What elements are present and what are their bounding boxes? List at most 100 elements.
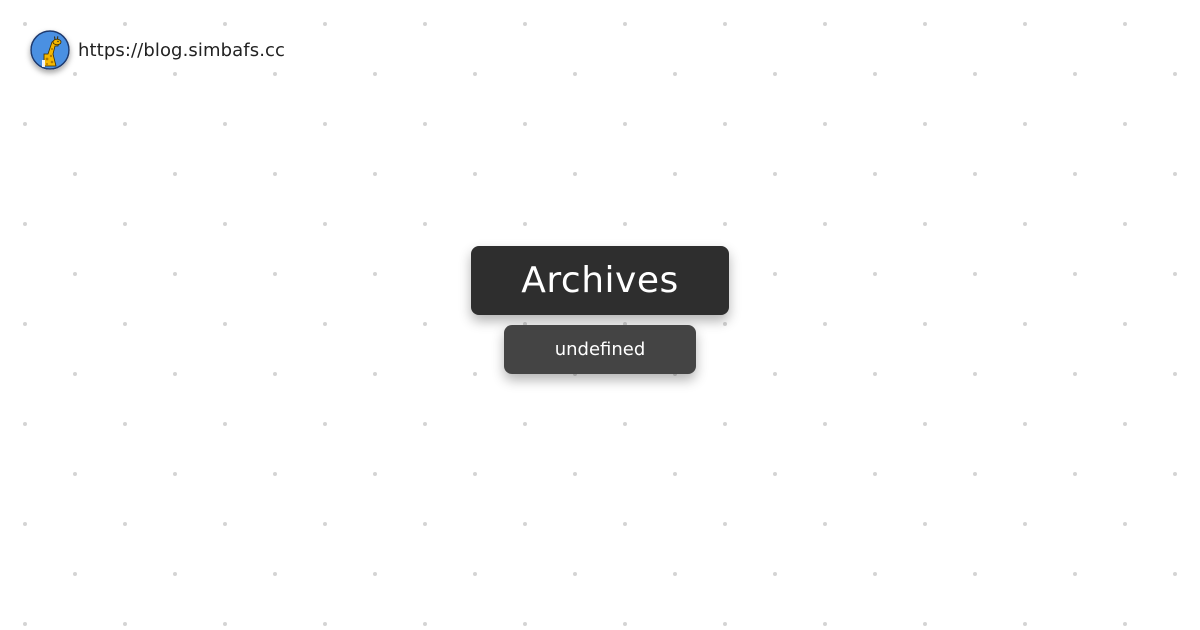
background-dot [123,122,127,126]
background-dot [823,122,827,126]
background-dot [373,472,377,476]
background-dot [373,72,377,76]
page-title: Archives [521,260,679,301]
page-title-box: Archives [471,246,729,315]
background-dot [523,522,527,526]
background-dot [1173,72,1177,76]
background-dot [323,22,327,26]
background-dot [523,22,527,26]
background-dot [1023,322,1027,326]
background-dot [1023,122,1027,126]
background-dot [123,22,127,26]
background-dot [823,622,827,626]
background-dot [773,572,777,576]
background-dot [523,222,527,226]
background-dot [723,422,727,426]
background-dot [623,422,627,426]
background-dot [873,372,877,376]
background-dot [23,622,27,626]
background-dot [123,322,127,326]
background-dot [473,172,477,176]
background-dot [823,522,827,526]
background-dot [923,222,927,226]
background-dot [423,22,427,26]
background-dot [923,522,927,526]
background-dot [673,472,677,476]
background-dot [973,472,977,476]
background-dot [23,522,27,526]
background-dot [1073,472,1077,476]
background-dot [1123,22,1127,26]
background-dot [73,372,77,376]
background-dot [1073,372,1077,376]
background-dot [923,122,927,126]
background-dot [873,172,877,176]
background-dot [1173,572,1177,576]
background-dot [323,222,327,226]
page-subtitle: undefined [554,339,646,360]
background-dot [923,322,927,326]
background-dot [623,22,627,26]
background-dot [623,122,627,126]
background-dot [523,622,527,626]
background-dot [273,272,277,276]
background-dot [223,22,227,26]
background-dot [23,222,27,226]
background-dot [223,422,227,426]
background-dot [23,22,27,26]
background-dot [323,522,327,526]
background-dot [423,322,427,326]
background-dot [173,472,177,476]
background-dot [623,622,627,626]
background-dot [223,322,227,326]
background-dot [523,122,527,126]
background-dot [273,372,277,376]
background-dot [273,472,277,476]
background-dot [1123,222,1127,226]
background-dot [923,422,927,426]
background-dot [973,72,977,76]
background-dot [23,122,27,126]
background-dot [623,522,627,526]
background-dot [923,622,927,626]
background-dot [73,172,77,176]
background-dot [1173,172,1177,176]
background-dot [373,172,377,176]
background-dot [423,422,427,426]
background-dot [1023,422,1027,426]
background-dot [673,72,677,76]
page-subtitle-box: undefined [504,325,696,374]
background-dot [123,522,127,526]
background-dot [823,22,827,26]
site-header: https://blog.simbafs.cc [30,30,285,70]
background-dot [173,372,177,376]
background-dot [873,272,877,276]
background-dot [1123,622,1127,626]
background-dot [1123,522,1127,526]
background-dot [823,322,827,326]
background-dot [73,272,77,276]
background-dot [873,572,877,576]
background-dot [823,422,827,426]
background-dot [523,422,527,426]
background-dot [1023,522,1027,526]
background-dot [973,172,977,176]
background-dot [373,572,377,576]
background-dot [573,72,577,76]
background-dot [223,622,227,626]
background-dot [873,472,877,476]
background-dot [623,222,627,226]
background-dot [323,422,327,426]
background-dot [273,172,277,176]
background-dot [1073,172,1077,176]
site-url-link[interactable]: https://blog.simbafs.cc [78,40,285,61]
background-dot [473,72,477,76]
background-dot [573,572,577,576]
background-dot [173,72,177,76]
background-dot [1023,622,1027,626]
giraffe-avatar-icon [30,30,70,70]
background-dot [1173,472,1177,476]
background-dot [123,222,127,226]
background-dot [773,472,777,476]
background-dot [1173,372,1177,376]
